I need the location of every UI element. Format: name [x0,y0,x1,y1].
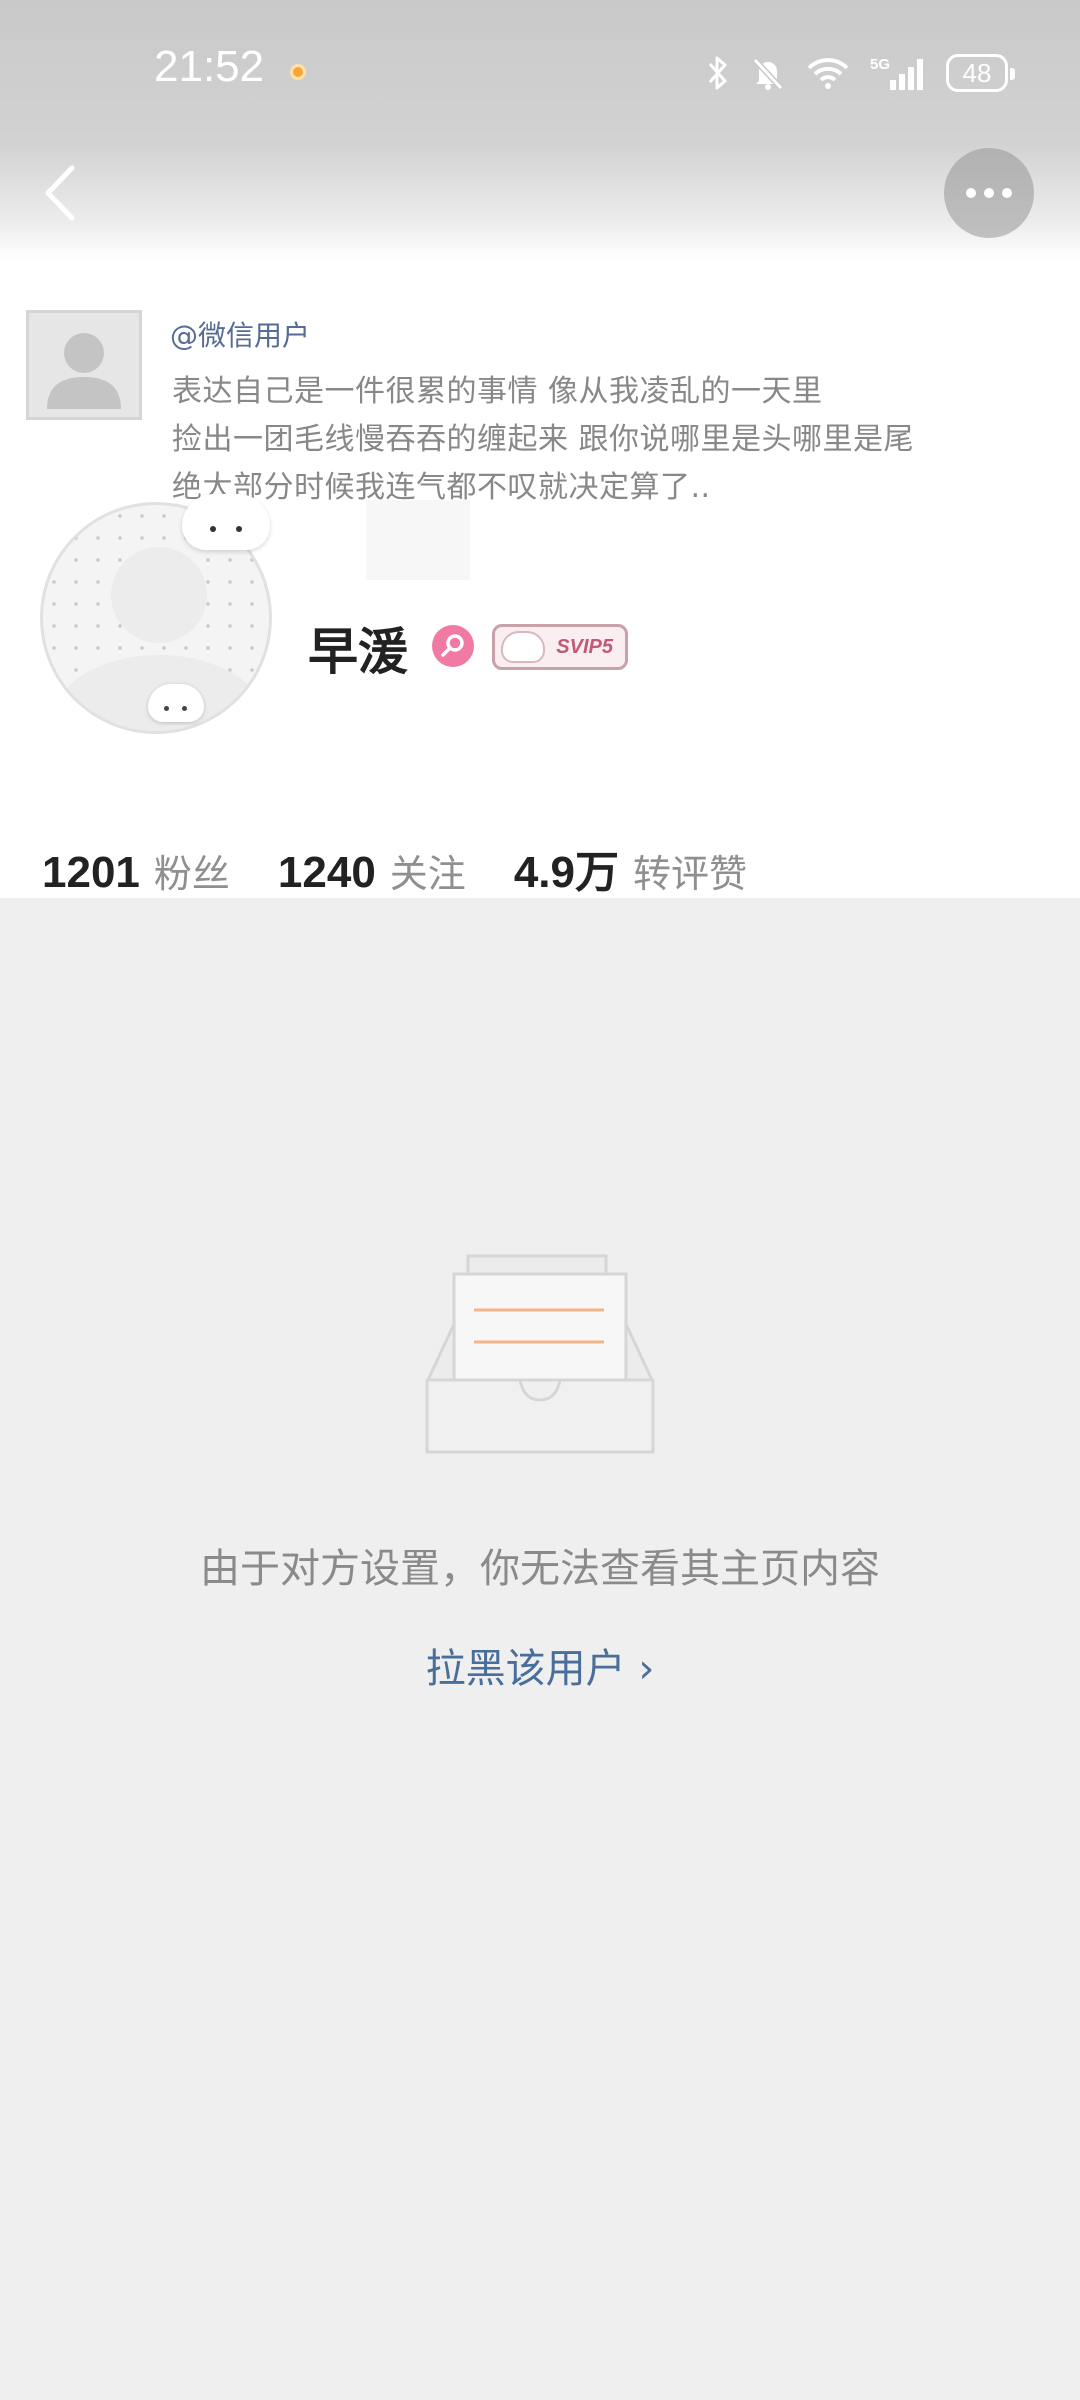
quote-line: 捡出一团毛线慢吞吞的缠起来 跟你说哪里是头哪里是尾 [172,422,915,457]
stat-label: 转评赞 [632,852,747,896]
back-button[interactable] [30,158,90,228]
svip-cat-icon [501,631,545,663]
profile-name: 早湲 [308,623,408,681]
mute-bell-icon [750,55,786,91]
profile-stats: 1201 粉丝 1240 关注 4.9万 转评赞 [42,836,795,898]
avatar-cat-small-icon [148,684,204,722]
stat-followers[interactable]: 1201 粉丝 [42,843,230,898]
empty-inbox-icon [424,1254,656,1456]
more-dot [966,188,976,198]
stat-interactions[interactable]: 4.9万 转评赞 [514,836,747,898]
cover-quote-card: @微信用户 表达自己是一件很累的事情 像从我凌乱的一天里 捡出一团毛线慢吞吞的缠… [24,310,1064,510]
svip-badge[interactable]: SVIP5 [492,624,628,670]
more-dot [1002,188,1012,198]
5g-signal-icon: 5G [870,54,926,92]
stat-value: 1201 [42,848,140,897]
default-avatar-icon [26,310,142,420]
svip-label: SVIP5 [556,635,613,658]
cover-decoration [366,500,470,580]
battery-level: 48 [962,57,992,88]
stat-label: 关注 [389,852,466,896]
stat-value: 1240 [277,848,376,897]
wifi-icon [806,55,850,91]
avatar-cat-pendant-icon [182,494,270,550]
avatar-head [111,547,207,643]
svg-text:5G: 5G [870,56,890,73]
private-profile-message: 由于对方设置，你无法查看其主页内容 [200,1546,880,1592]
status-time: 21:52 [154,42,265,91]
chevron-left-icon [45,165,75,221]
more-options-button[interactable] [944,148,1034,238]
status-icons: 5G 48 [706,48,1015,98]
notification-dot-icon [290,64,306,80]
more-dot [984,188,994,198]
stat-value: 4.9万 [513,848,619,897]
female-icon [432,625,474,667]
block-user-link[interactable]: 拉黑该用户 › [0,1636,1080,1694]
battery-icon: 48 [946,54,1015,92]
profile-header: 21:52 5G 48 @微信用户 表达自己是一件很累的事情 像从我凌乱的一天里… [0,0,1080,898]
stat-label: 粉丝 [153,852,230,896]
bluetooth-icon [706,55,730,91]
quote-line: 表达自己是一件很累的事情 像从我凌乱的一天里 [172,374,823,409]
status-bar: 21:52 5G 48 [0,0,1080,140]
quote-username: @微信用户 [170,319,311,352]
stat-following[interactable]: 1240 关注 [278,843,466,898]
